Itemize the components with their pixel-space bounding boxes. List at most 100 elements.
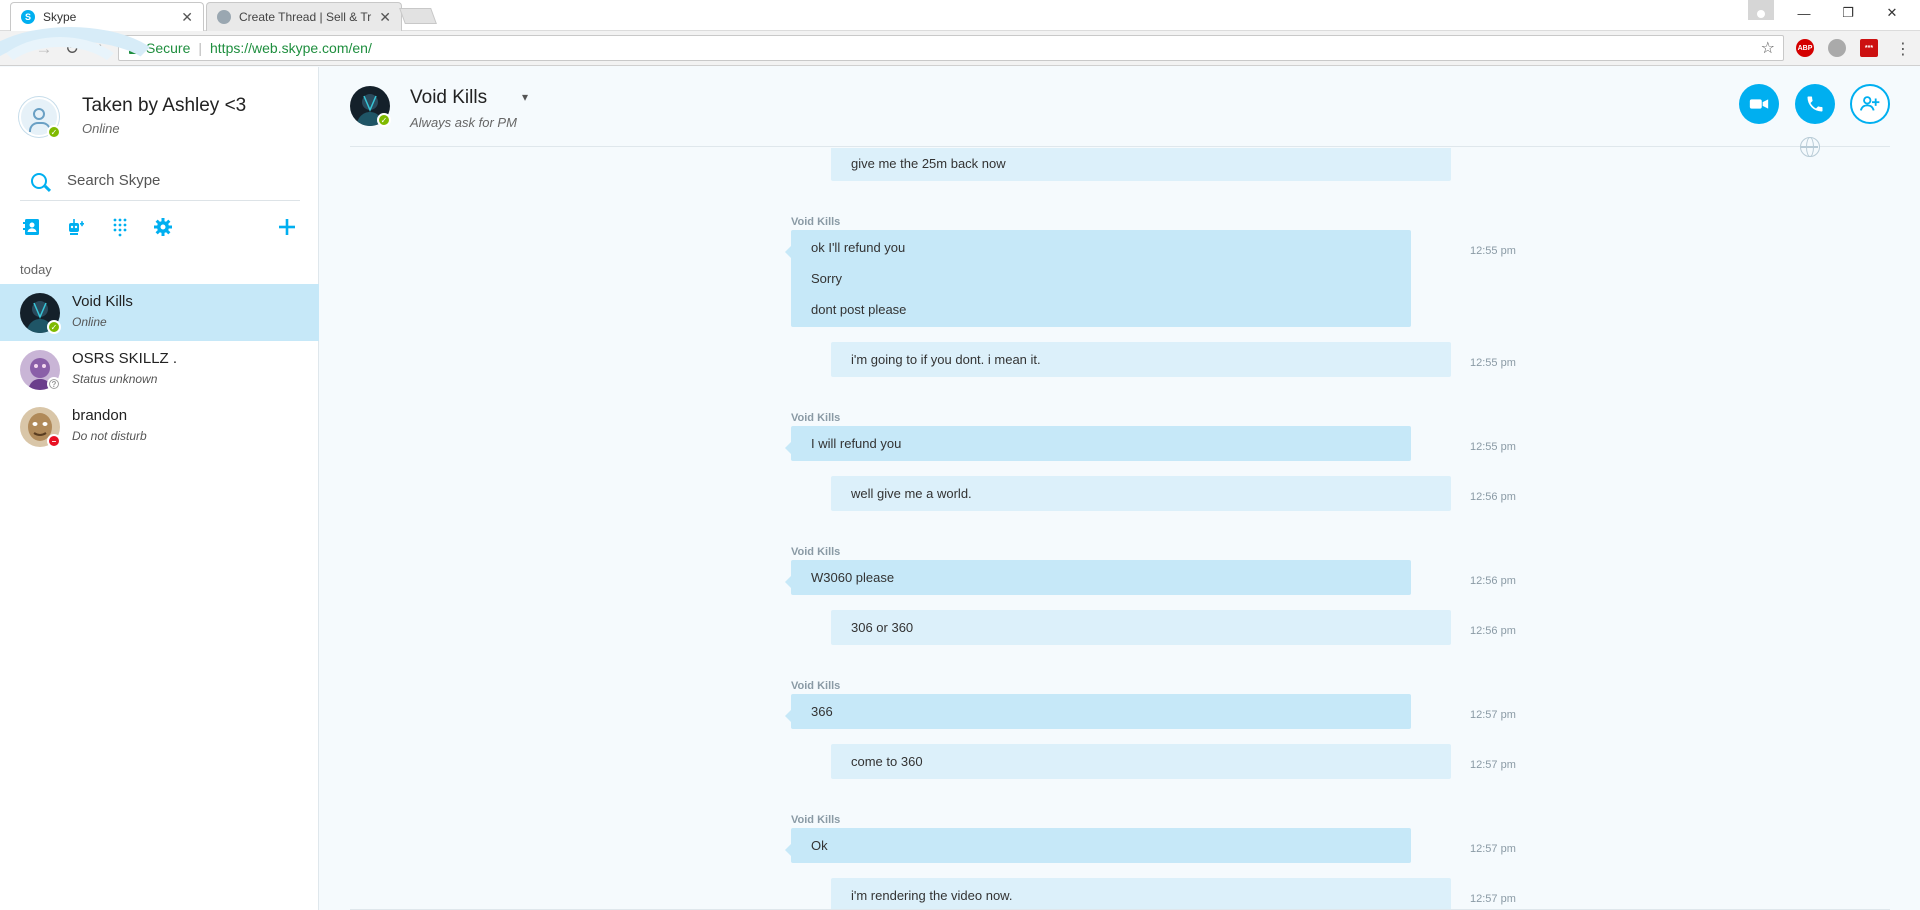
message-text: Ok bbox=[811, 838, 828, 853]
tab-create-thread[interactable]: Create Thread | Sell & Tr ✕ bbox=[206, 2, 402, 31]
phone-icon bbox=[1807, 96, 1823, 112]
message-text: dont post please bbox=[811, 302, 907, 317]
close-window-icon[interactable]: ✕ bbox=[1870, 0, 1914, 26]
conversation-header: ✓ Void Kills ▾ Always ask for PM bbox=[350, 67, 1890, 147]
message-text: W3060 please bbox=[811, 570, 895, 585]
conversation-pane: ✓ Void Kills ▾ Always ask for PM idc the… bbox=[320, 67, 1920, 910]
message-timestamp: 12:55 pm bbox=[1470, 245, 1516, 257]
tab-title: Create Thread | Sell & Tr bbox=[239, 10, 372, 24]
sidebar-toolbar bbox=[20, 215, 300, 245]
bookmark-star-icon[interactable]: ☆ bbox=[1761, 38, 1775, 58]
browser-profile-icon[interactable] bbox=[1748, 0, 1774, 20]
message-sender: Void Kills bbox=[791, 814, 841, 826]
contact-brandon[interactable]: – brandon Do not disturb bbox=[0, 398, 319, 455]
browser-titlebar: S Skype ✕ Create Thread | Sell & Tr ✕ — … bbox=[0, 0, 1920, 31]
address-bar[interactable]: Secure | https://web.skype.com/en/ ☆ bbox=[118, 35, 1784, 61]
contact-status: Status unknown bbox=[72, 372, 158, 386]
extension-gray-icon[interactable] bbox=[1828, 39, 1846, 57]
outgoing-message[interactable]: well give me a world. bbox=[831, 476, 1451, 511]
adblock-plus-icon[interactable]: ABP bbox=[1796, 39, 1814, 57]
incoming-message[interactable]: Ok bbox=[785, 828, 1411, 863]
incoming-message[interactable]: I will refund you bbox=[785, 426, 1411, 461]
search-box[interactable]: Search Skype bbox=[20, 161, 300, 201]
conversation-mood: Always ask for PM bbox=[410, 115, 517, 130]
unknown-status-icon: ? bbox=[47, 377, 61, 391]
contact-void-kills[interactable]: ✓ Void Kills Online bbox=[0, 284, 319, 341]
do-not-disturb-icon: – bbox=[47, 434, 61, 448]
close-tab-icon[interactable]: ✕ bbox=[181, 9, 193, 26]
incoming-message[interactable]: W3060 please bbox=[785, 560, 1411, 595]
contact-status: Do not disturb bbox=[72, 429, 147, 443]
bots-icon[interactable] bbox=[63, 215, 87, 239]
outgoing-message[interactable]: come to 360 bbox=[831, 744, 1451, 779]
message-timestamp: 12:57 pm bbox=[1470, 893, 1516, 905]
outgoing-message[interactable]: i'm going to if you dont. i mean it. bbox=[831, 342, 1451, 377]
message-timestamp: 12:57 pm bbox=[1470, 709, 1516, 721]
close-tab-icon[interactable]: ✕ bbox=[379, 9, 391, 26]
address-separator: | bbox=[198, 40, 202, 56]
new-tab-button[interactable] bbox=[399, 8, 437, 24]
message-timestamp: 12:56 pm bbox=[1470, 491, 1516, 503]
add-participant-button[interactable] bbox=[1850, 84, 1890, 124]
contact-name: brandon bbox=[72, 407, 128, 424]
skype-favicon-icon: S bbox=[21, 10, 35, 24]
message-text: 306 or 360 bbox=[851, 620, 914, 635]
message-sender: Void Kills bbox=[791, 412, 841, 424]
message-list: idc theres still no one here. i'm done i… bbox=[320, 148, 1920, 910]
online-status-icon: ✓ bbox=[377, 113, 391, 127]
sidebar: ✓ Taken by Ashley <3 Online Search Skype… bbox=[0, 27, 319, 910]
message-sender: Void Kills bbox=[791, 216, 841, 228]
add-plus-icon[interactable] bbox=[275, 215, 299, 239]
settings-gear-icon[interactable] bbox=[151, 215, 175, 239]
browser-toolbar: ← → ↻ ⌂ Secure | https://web.skype.com/e… bbox=[0, 31, 1920, 66]
restore-icon[interactable]: ❐ bbox=[1826, 0, 1870, 26]
url-text: https://web.skype.com/en/ bbox=[210, 40, 372, 56]
outgoing-message[interactable]: 306 or 360 bbox=[831, 610, 1451, 645]
message-text: give me the 25m back now bbox=[851, 156, 1006, 171]
message-text: ok I'll refund you bbox=[811, 240, 906, 255]
outgoing-message[interactable]: i'm rendering the video now. bbox=[831, 878, 1451, 910]
contact-name: OSRS SKILLZ . bbox=[72, 350, 178, 367]
profile-status[interactable]: Online bbox=[82, 121, 120, 136]
contact-status: Online bbox=[72, 315, 107, 329]
message-sender: Void Kills bbox=[791, 680, 841, 692]
shield-favicon-icon bbox=[217, 10, 231, 24]
incoming-message[interactable]: ok I'll refund you Sorry dont post please bbox=[785, 230, 1411, 327]
profile-name[interactable]: Taken by Ashley <3 bbox=[82, 95, 246, 117]
extension-red-icon[interactable]: *** bbox=[1860, 39, 1878, 57]
contact-osrs-skillz[interactable]: ? OSRS SKILLZ . Status unknown bbox=[0, 341, 319, 398]
audio-call-button[interactable] bbox=[1795, 84, 1835, 124]
message-timestamp: 12:55 pm bbox=[1470, 441, 1516, 453]
tab-skype[interactable]: S Skype ✕ bbox=[10, 2, 204, 31]
video-camera-icon bbox=[1749, 99, 1769, 109]
message-text: 366 bbox=[811, 704, 833, 719]
message-timestamp: 12:56 pm bbox=[1470, 575, 1516, 587]
add-person-icon bbox=[1859, 96, 1880, 111]
section-header-today: today bbox=[20, 262, 52, 277]
message-text: well give me a world. bbox=[851, 486, 972, 501]
message-text: I will refund you bbox=[811, 436, 902, 451]
incoming-message[interactable]: 366 bbox=[785, 694, 1411, 729]
online-status-icon: ✓ bbox=[47, 320, 61, 334]
message-timestamp: 12:57 pm bbox=[1470, 843, 1516, 855]
message-sender: Void Kills bbox=[791, 546, 841, 558]
conversation-title[interactable]: Void Kills bbox=[410, 87, 487, 109]
dialpad-icon[interactable] bbox=[108, 215, 132, 239]
browser-menu-icon[interactable]: ⋮ bbox=[1892, 38, 1914, 60]
video-call-button[interactable] bbox=[1739, 84, 1779, 124]
contact-name: Void Kills bbox=[72, 293, 133, 310]
outgoing-message[interactable]: idc theres still no one here. i'm done i… bbox=[831, 148, 1451, 181]
message-timestamp: 12:57 pm bbox=[1470, 759, 1516, 771]
tab-title: Skype bbox=[43, 10, 77, 24]
chevron-down-icon[interactable]: ▾ bbox=[522, 90, 528, 104]
message-text: come to 360 bbox=[851, 754, 923, 769]
minimize-icon[interactable]: — bbox=[1782, 0, 1826, 26]
online-status-icon: ✓ bbox=[47, 125, 61, 139]
message-timestamp: 12:55 pm bbox=[1470, 357, 1516, 369]
message-timestamp: 12:56 pm bbox=[1470, 625, 1516, 637]
default-person-icon bbox=[29, 108, 51, 132]
contacts-icon[interactable] bbox=[20, 215, 44, 239]
search-icon bbox=[31, 172, 47, 189]
message-text: i'm going to if you dont. i mean it. bbox=[851, 352, 1041, 367]
search-input[interactable]: Search Skype bbox=[67, 172, 160, 189]
